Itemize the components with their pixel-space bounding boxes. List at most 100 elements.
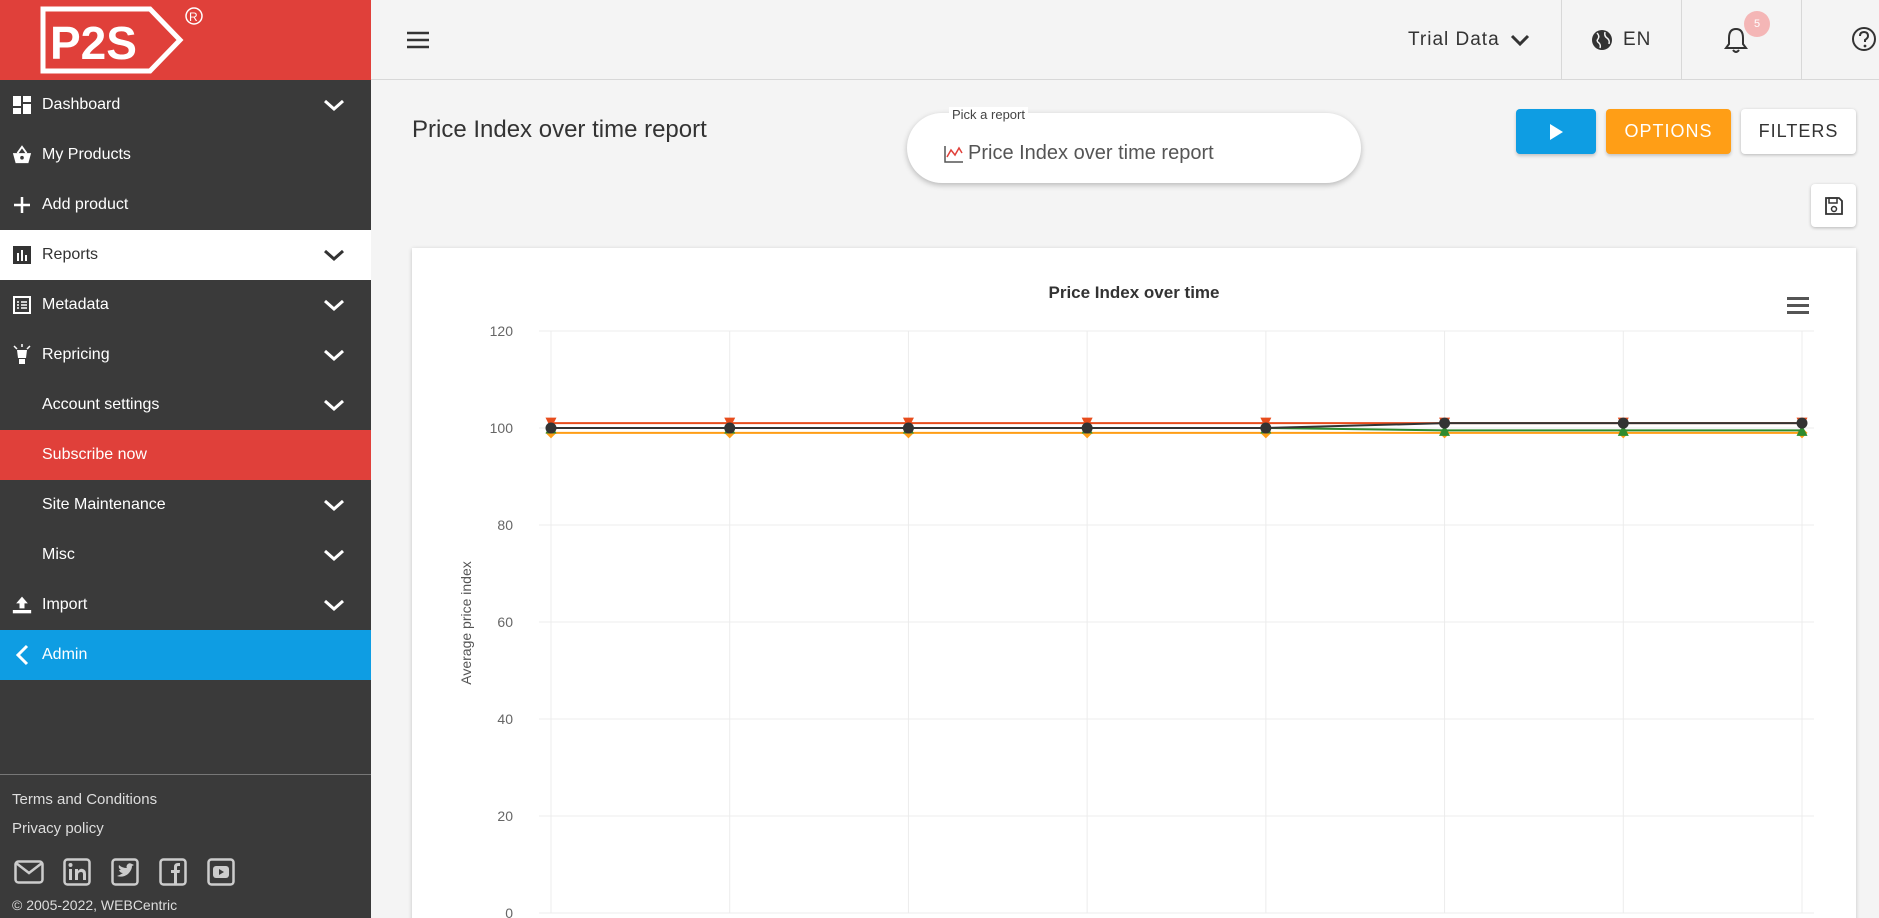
sidebar-item-subscribe-now[interactable]: Subscribe now xyxy=(0,430,371,480)
divider xyxy=(1801,0,1802,80)
report-picker-value: Price Index over time report xyxy=(944,142,1214,165)
sidebar-item-account-settings[interactable]: Account settings xyxy=(0,380,371,430)
sidebar-item-admin[interactable]: Admin xyxy=(0,630,371,680)
data-point[interactable] xyxy=(1617,417,1629,429)
chevron-down-icon[interactable] xyxy=(323,595,345,615)
y-tick-label: 20 xyxy=(497,808,513,824)
sidebar-item-reports[interactable]: Reports xyxy=(0,230,371,280)
sidebar-item-label: Repricing xyxy=(42,346,110,363)
logo[interactable]: P2S R xyxy=(0,0,371,80)
sidebar-item-label: Reports xyxy=(42,246,99,263)
filters-button[interactable]: FILTERS xyxy=(1741,109,1856,154)
price-index-chart: Price Index over time Average price inde… xyxy=(458,283,1814,918)
lightbulb-icon xyxy=(12,344,32,365)
sidebar-item-label: Misc xyxy=(42,546,75,563)
notification-badge: 5 xyxy=(1744,11,1770,37)
sidebar-item-label: Import xyxy=(42,596,88,613)
sidebar-item-import[interactable]: Import xyxy=(0,580,371,630)
report-picker[interactable]: Pick a report Price Index over time repo… xyxy=(907,107,1361,183)
sidebar-item-label: Account settings xyxy=(42,396,160,413)
sidebar-item-label: Add product xyxy=(42,196,129,213)
sidebar-item-label: Admin xyxy=(42,646,88,663)
dashboard-icon xyxy=(12,95,32,115)
y-tick-label: 0 xyxy=(505,905,513,918)
sidebar: P2S R Dashboard My Products Add product xyxy=(0,0,371,918)
data-point[interactable] xyxy=(545,422,557,434)
save-icon xyxy=(1824,196,1843,215)
y-tick-label: 120 xyxy=(490,323,514,339)
sidebar-item-dashboard[interactable]: Dashboard xyxy=(0,80,371,130)
y-axis-label: Average price index xyxy=(458,561,474,684)
account-selector[interactable]: Trial Data xyxy=(1408,0,1530,80)
chart-card: Price Index over time Average price inde… xyxy=(412,248,1856,918)
data-point[interactable] xyxy=(1081,422,1093,434)
social-links xyxy=(12,855,359,889)
sidebar-nav: Dashboard My Products Add product Report… xyxy=(0,80,371,680)
sidebar-item-label: Metadata xyxy=(42,296,109,313)
chevron-down-icon[interactable] xyxy=(323,495,345,515)
svg-text:P2S: P2S xyxy=(50,17,137,69)
chart-menu-icon[interactable] xyxy=(1787,297,1809,314)
sidebar-item-my-products[interactable]: My Products xyxy=(0,130,371,180)
page-title: Price Index over time report xyxy=(412,116,707,143)
facebook-icon[interactable] xyxy=(156,855,190,889)
play-icon xyxy=(1550,123,1563,140)
chevron-left-icon xyxy=(12,644,32,666)
sidebar-item-repricing[interactable]: Repricing xyxy=(0,330,371,380)
y-tick-label: 100 xyxy=(490,420,514,436)
sidebar-item-label: My Products xyxy=(42,146,131,163)
hamburger-menu-icon[interactable] xyxy=(404,26,432,54)
chevron-down-icon[interactable] xyxy=(323,545,345,565)
data-point[interactable] xyxy=(1260,422,1272,434)
chart-title: Price Index over time xyxy=(1048,283,1219,302)
sidebar-item-misc[interactable]: Misc xyxy=(0,530,371,580)
plus-icon xyxy=(12,195,32,215)
copyright: © 2005-2022, WEBCentric xyxy=(12,897,178,913)
mail-icon[interactable] xyxy=(12,855,46,889)
sidebar-item-label: Dashboard xyxy=(42,96,121,113)
report-picker-label: Pick a report xyxy=(949,107,1028,122)
sidebar-item-label: Subscribe now xyxy=(42,446,147,463)
chevron-down-icon[interactable] xyxy=(323,395,345,415)
y-tick-label: 40 xyxy=(497,711,513,727)
youtube-icon[interactable] xyxy=(204,855,238,889)
data-point[interactable] xyxy=(724,422,736,434)
chevron-down-icon[interactable] xyxy=(323,245,345,265)
svg-text:R: R xyxy=(189,10,198,24)
sidebar-footer: Terms and Conditions Privacy policy © 20… xyxy=(0,774,371,913)
chevron-down-icon xyxy=(1510,34,1529,47)
save-report-button[interactable] xyxy=(1811,184,1856,227)
list-icon xyxy=(12,295,32,315)
globe-icon xyxy=(1592,30,1612,50)
help-icon[interactable] xyxy=(1851,26,1877,52)
line-chart-icon xyxy=(944,145,963,163)
sidebar-item-metadata[interactable]: Metadata xyxy=(0,280,371,330)
data-point[interactable] xyxy=(1439,417,1451,429)
privacy-link[interactable]: Privacy policy xyxy=(12,820,359,837)
sidebar-item-site-maintenance[interactable]: Site Maintenance xyxy=(0,480,371,530)
run-report-button[interactable] xyxy=(1516,109,1596,154)
basket-icon xyxy=(12,145,32,165)
divider xyxy=(1681,0,1682,80)
terms-link[interactable]: Terms and Conditions xyxy=(12,791,359,808)
data-point[interactable] xyxy=(902,422,914,434)
top-bar: Trial Data EN 5 xyxy=(371,0,1879,80)
y-tick-label: 60 xyxy=(497,614,513,630)
sidebar-item-add-product[interactable]: Add product xyxy=(0,180,371,230)
options-button[interactable]: OPTIONS xyxy=(1606,109,1731,154)
upload-icon xyxy=(12,595,32,615)
language-selector[interactable]: EN xyxy=(1591,0,1651,80)
linkedin-icon[interactable] xyxy=(60,855,94,889)
chevron-down-icon[interactable] xyxy=(323,345,345,365)
y-tick-label: 80 xyxy=(497,517,513,533)
account-name: Trial Data xyxy=(1408,29,1500,50)
divider xyxy=(1561,0,1562,80)
p2s-logo-icon: P2S R xyxy=(40,6,203,74)
chevron-down-icon[interactable] xyxy=(323,295,345,315)
language-code: EN xyxy=(1623,29,1652,50)
bar-chart-icon xyxy=(12,245,32,265)
chevron-down-icon[interactable] xyxy=(323,95,345,115)
sidebar-item-label: Site Maintenance xyxy=(42,496,166,513)
data-point[interactable] xyxy=(1796,417,1808,429)
twitter-icon[interactable] xyxy=(108,855,142,889)
